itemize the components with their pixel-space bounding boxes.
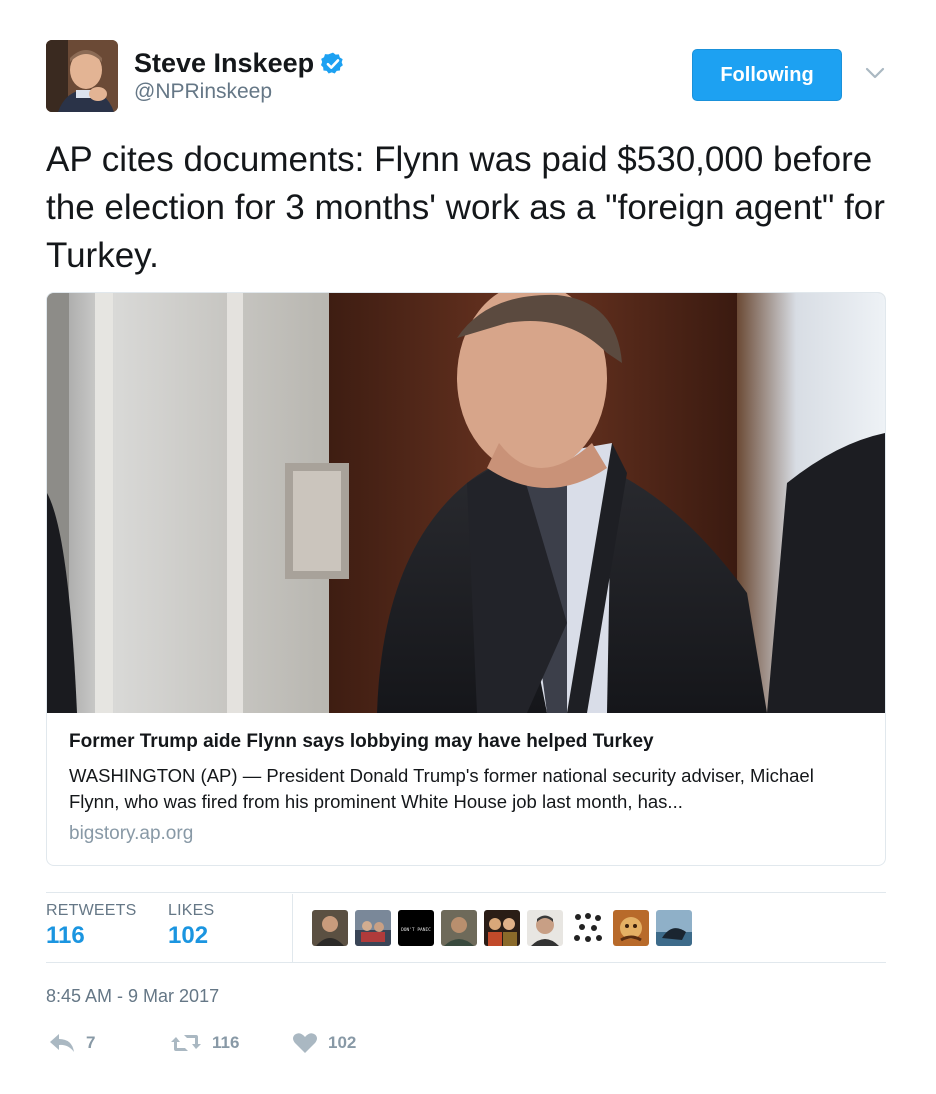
likes-value: 102 xyxy=(168,922,209,949)
liker-avatar[interactable] xyxy=(312,910,348,946)
liker-avatar[interactable] xyxy=(355,910,391,946)
following-button[interactable]: Following xyxy=(692,49,842,101)
verified-badge-icon xyxy=(321,52,343,74)
card-domain[interactable]: bigstory.ap.org xyxy=(69,823,193,845)
author-handle[interactable]: @NPRinskeep xyxy=(134,80,272,104)
card-title[interactable]: Former Trump aide Flynn says lobbying ma… xyxy=(69,731,869,753)
like-button[interactable]: 102 xyxy=(292,1032,356,1054)
liker-avatar[interactable]: DON'T PANIC xyxy=(398,910,434,946)
card-image xyxy=(47,293,885,713)
reply-button[interactable]: 7 xyxy=(48,1032,95,1054)
liker-avatar[interactable] xyxy=(656,910,692,946)
liker-avatar[interactable] xyxy=(441,910,477,946)
reply-icon xyxy=(50,1034,74,1052)
likes-label: LIKES xyxy=(168,902,215,919)
tweet-text: AP cites documents: Flynn was paid $530,… xyxy=(46,140,885,275)
likes-stat[interactable]: LIKES 102 xyxy=(168,902,214,950)
like-count: 102 xyxy=(328,1033,357,1052)
retweets-label: RETWEETS xyxy=(46,902,137,919)
heart-icon xyxy=(293,1033,317,1053)
card-description: WASHINGTON (AP) — President Donald Trump… xyxy=(69,765,814,812)
retweets-value: 116 xyxy=(46,922,85,949)
retweet-icon xyxy=(171,1035,201,1051)
liker-avatars: DON'T PANIC xyxy=(312,910,699,946)
author-name-row[interactable]: Steve Inskeep xyxy=(134,48,346,79)
stats-divider xyxy=(292,894,293,962)
divider xyxy=(46,962,886,963)
retweet-button[interactable]: 116 xyxy=(170,1032,239,1054)
chevron-down-icon[interactable] xyxy=(864,64,886,82)
tweet-timestamp[interactable]: 8:45 AM - 9 Mar 2017 xyxy=(46,986,219,1007)
reply-count: 7 xyxy=(86,1033,96,1052)
liker-avatar[interactable] xyxy=(570,910,606,946)
liker-badge-text: DON'T PANIC xyxy=(401,927,431,933)
liker-avatar[interactable] xyxy=(484,910,520,946)
retweet-count: 116 xyxy=(212,1033,240,1052)
divider xyxy=(46,892,886,893)
author-avatar[interactable] xyxy=(46,40,118,112)
liker-avatar[interactable] xyxy=(527,910,563,946)
retweets-stat[interactable]: RETWEETS 116 xyxy=(46,902,137,950)
author-name[interactable]: Steve Inskeep xyxy=(134,48,314,79)
liker-avatar[interactable] xyxy=(613,910,649,946)
link-card[interactable]: Former Trump aide Flynn says lobbying ma… xyxy=(46,292,886,866)
